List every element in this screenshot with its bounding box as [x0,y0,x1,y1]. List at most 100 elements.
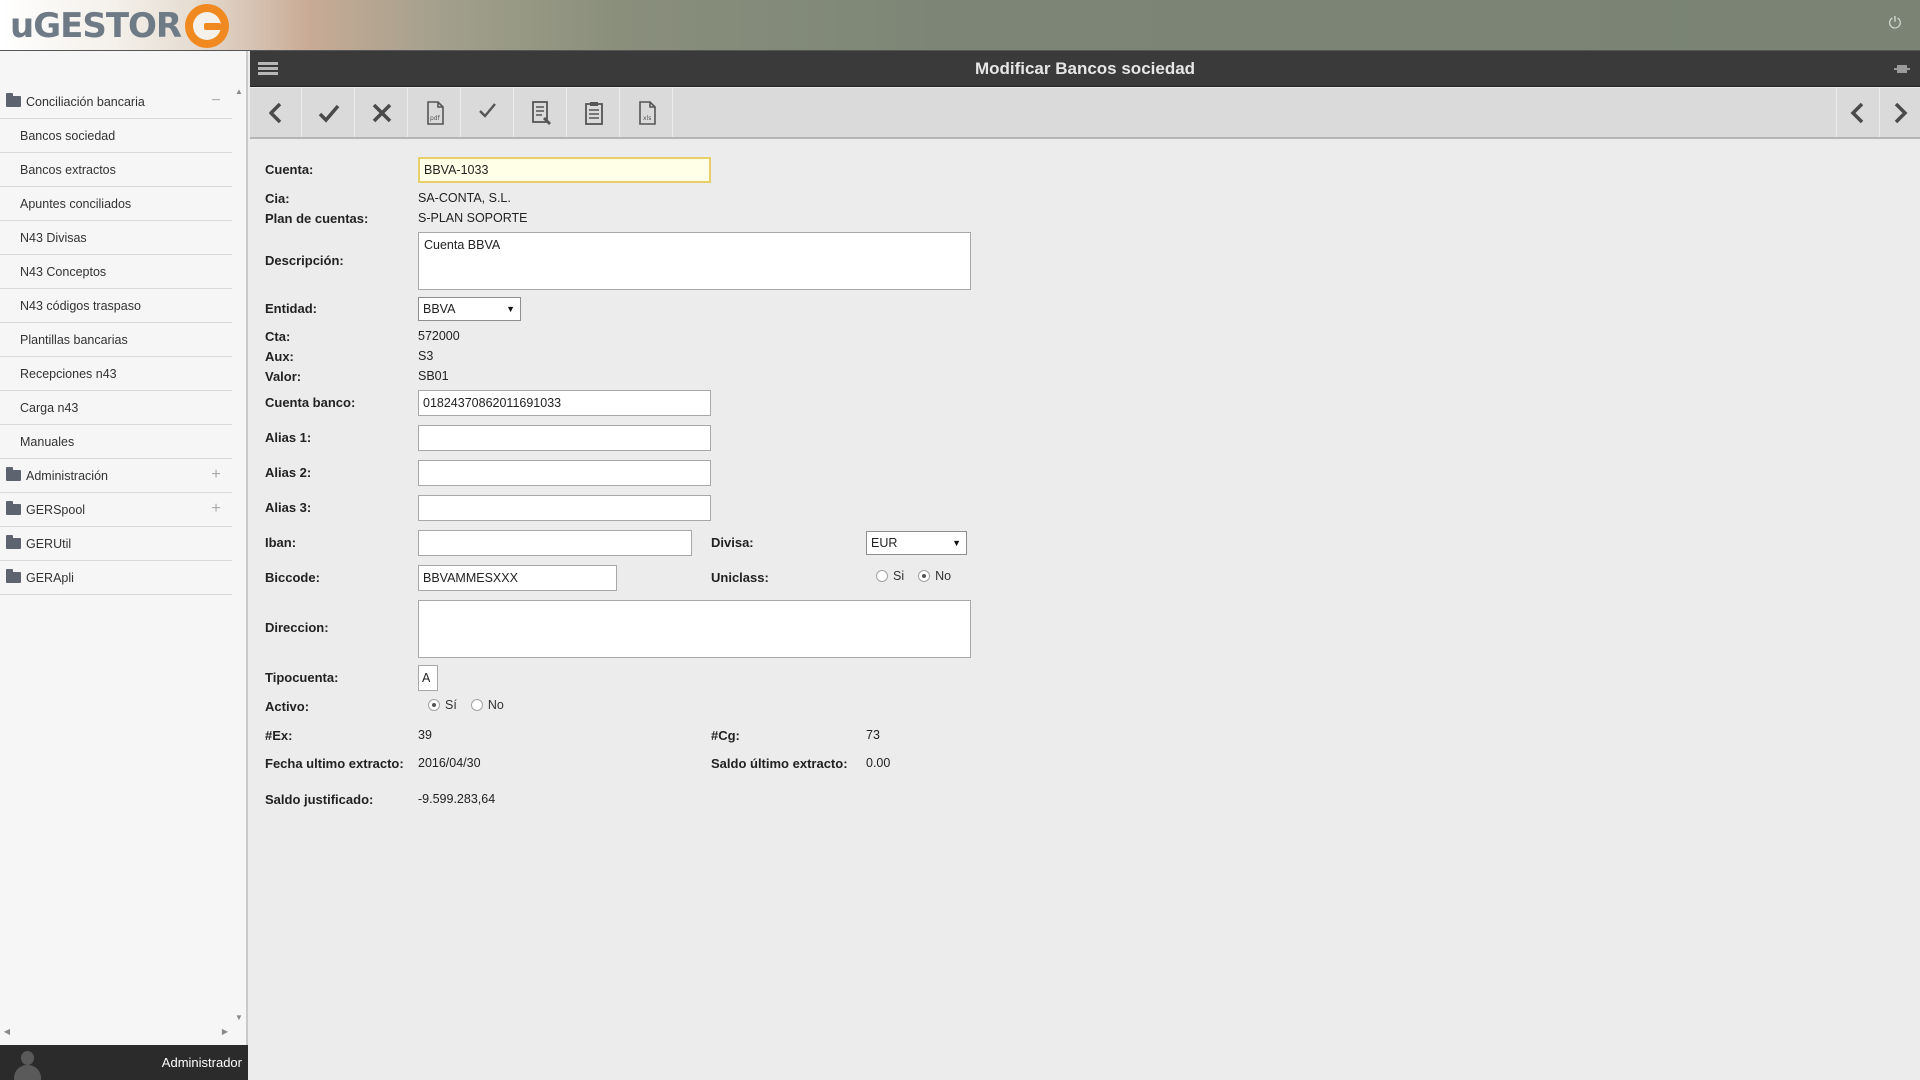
alias1-input[interactable] [418,425,711,451]
alias2-input[interactable] [418,460,711,486]
activo-radio-group: Sí No [428,698,518,712]
sidebar-item-label: Carga n43 [20,400,79,415]
uniclass-si-radio[interactable] [876,570,888,582]
tipocuenta-input[interactable] [418,665,438,691]
alias1-label: Alias 1: [265,430,312,445]
entidad-selected-value: BBVA [423,302,456,316]
chevron-left-icon [268,102,281,123]
aux-value: S3 [418,349,434,363]
dropdown-caret-icon: ▼ [506,304,515,314]
plan-label: Plan de cuentas: [265,211,369,226]
app-logo: uGESTOR [10,4,230,48]
activo-no-radio[interactable] [470,699,483,711]
sidebar-item-n43-codigos-traspaso[interactable]: N43 códigos traspaso [0,289,232,323]
entidad-select[interactable]: BBVA ▼ [418,297,521,321]
direccion-textarea[interactable] [418,600,971,658]
scroll-down-icon[interactable]: ▼ [232,1011,246,1025]
cancel-button[interactable] [356,88,408,137]
sidebar-item-n43-conceptos[interactable]: N43 Conceptos [0,255,232,289]
plan-value: S-PLAN SOPORTE [418,211,528,225]
previous-record-button[interactable] [1836,88,1878,137]
sidebar-group-administracion[interactable]: Administración + [0,459,232,493]
uniclass-radio-group: Si No [876,569,965,583]
small-check-icon [478,102,496,118]
sidebar-item-carga-n43[interactable]: Carga n43 [0,391,232,425]
sidebar-item-label: Apuntes conciliados [20,196,132,211]
activo-si-label: Sí [445,698,457,712]
avatar [12,1051,42,1080]
validate-button[interactable] [462,88,514,137]
iban-input[interactable] [418,530,692,556]
collapse-icon[interactable]: − [208,93,224,109]
activo-si-radio[interactable] [428,699,440,711]
uniclass-label: Uniclass: [711,570,769,585]
expand-icon[interactable]: + [208,467,224,483]
cta-label: Cta: [265,329,291,344]
sidebar-group-gerspool[interactable]: GERSpool + [0,493,232,527]
sidebar-item-manuales[interactable]: Manuales [0,425,232,459]
sidebar-item-label: Bancos extractos [20,162,116,177]
xls-file-icon: xls [638,100,656,125]
sidebar-horizontal-scrollbar[interactable]: ◀ ▶ [0,1025,232,1039]
document-button[interactable] [515,88,567,137]
sidebar-item-apuntes-conciliados[interactable]: Apuntes conciliados [0,187,232,221]
cia-value: SA-CONTA, S.L. [418,191,511,205]
sidebar-item-label: N43 Conceptos [20,264,107,279]
scroll-right-icon[interactable]: ▶ [218,1025,232,1039]
scroll-up-icon[interactable]: ▲ [232,85,246,99]
cuenta-label: Cuenta: [265,162,314,177]
sidebar-group-gerutil[interactable]: GERUtil [0,527,232,561]
user-name[interactable]: Administrador [162,1055,242,1070]
sidebar-item-label: Bancos sociedad [20,128,116,143]
sidebar-item-bancos-extractos[interactable]: Bancos extractos [0,153,232,187]
tipocuenta-label: Tipocuenta: [265,670,339,685]
uniclass-si-label: Si [893,569,905,583]
logo-text: uGESTOR [10,6,182,46]
main-panel: Modificar Bancos sociedad pdf xls Cuenta… [250,51,1920,1080]
ex-value: 39 [418,728,432,742]
cta-value: 572000 [418,329,460,343]
sidebar-item-bancos-sociedad[interactable]: Bancos sociedad [0,119,232,153]
top-bar: uGESTOR ⏻ [0,0,1920,51]
descripcion-textarea[interactable]: Cuenta BBVA [418,232,971,290]
power-icon[interactable]: ⏻ [1886,15,1904,33]
descripcion-label: Descripción: [265,253,344,268]
sidebar-group-label: Conciliación bancaria [26,94,145,109]
activo-no-label: No [487,698,504,712]
next-record-button[interactable] [1879,88,1920,137]
biccode-label: Biccode: [265,570,320,585]
entidad-label: Entidad: [265,301,317,316]
sidebar-item-recepciones-n43[interactable]: Recepciones n43 [0,357,232,391]
sidebar-item-label: N43 Divisas [20,230,87,245]
uniclass-no-radio[interactable] [918,570,931,582]
sidebar-item-label: Recepciones n43 [20,366,117,381]
cia-label: Cia: [265,191,290,206]
folder-icon [6,501,21,515]
alias3-input[interactable] [418,495,711,521]
sidebar-vertical-scrollbar[interactable]: ▲ ▼ [232,85,246,1025]
expand-icon[interactable]: + [208,501,224,517]
logo-g-icon [185,4,230,48]
sidebar-item-n43-divisas[interactable]: N43 Divisas [0,221,232,255]
sidebar-item-label: Manuales [20,434,75,449]
sidebar-group-conciliacion[interactable]: Conciliación bancaria − [0,85,232,119]
sidebar-group-gerapli[interactable]: GERApli [0,561,232,595]
clipboard-icon [584,101,603,125]
clipboard-button[interactable] [568,88,620,137]
title-bar: Modificar Bancos sociedad [250,51,1920,87]
pin-icon[interactable] [1894,63,1910,75]
accept-button[interactable] [303,88,355,137]
scroll-left-icon[interactable]: ◀ [0,1025,14,1039]
sidebar: Conciliación bancaria − Bancos sociedad … [0,51,248,1080]
back-button[interactable] [250,88,302,137]
cuenta-banco-input[interactable] [418,390,711,416]
pdf-button[interactable]: pdf [409,88,461,137]
svg-text:xls: xls [643,115,651,122]
divisa-select[interactable]: EUR ▼ [866,531,967,555]
cg-value: 73 [866,728,880,742]
xls-button[interactable]: xls [621,88,673,137]
folder-icon [6,569,21,583]
biccode-input[interactable] [418,565,617,591]
sidebar-item-plantillas-bancarias[interactable]: Plantillas bancarias [0,323,232,357]
cuenta-input[interactable] [418,157,711,183]
